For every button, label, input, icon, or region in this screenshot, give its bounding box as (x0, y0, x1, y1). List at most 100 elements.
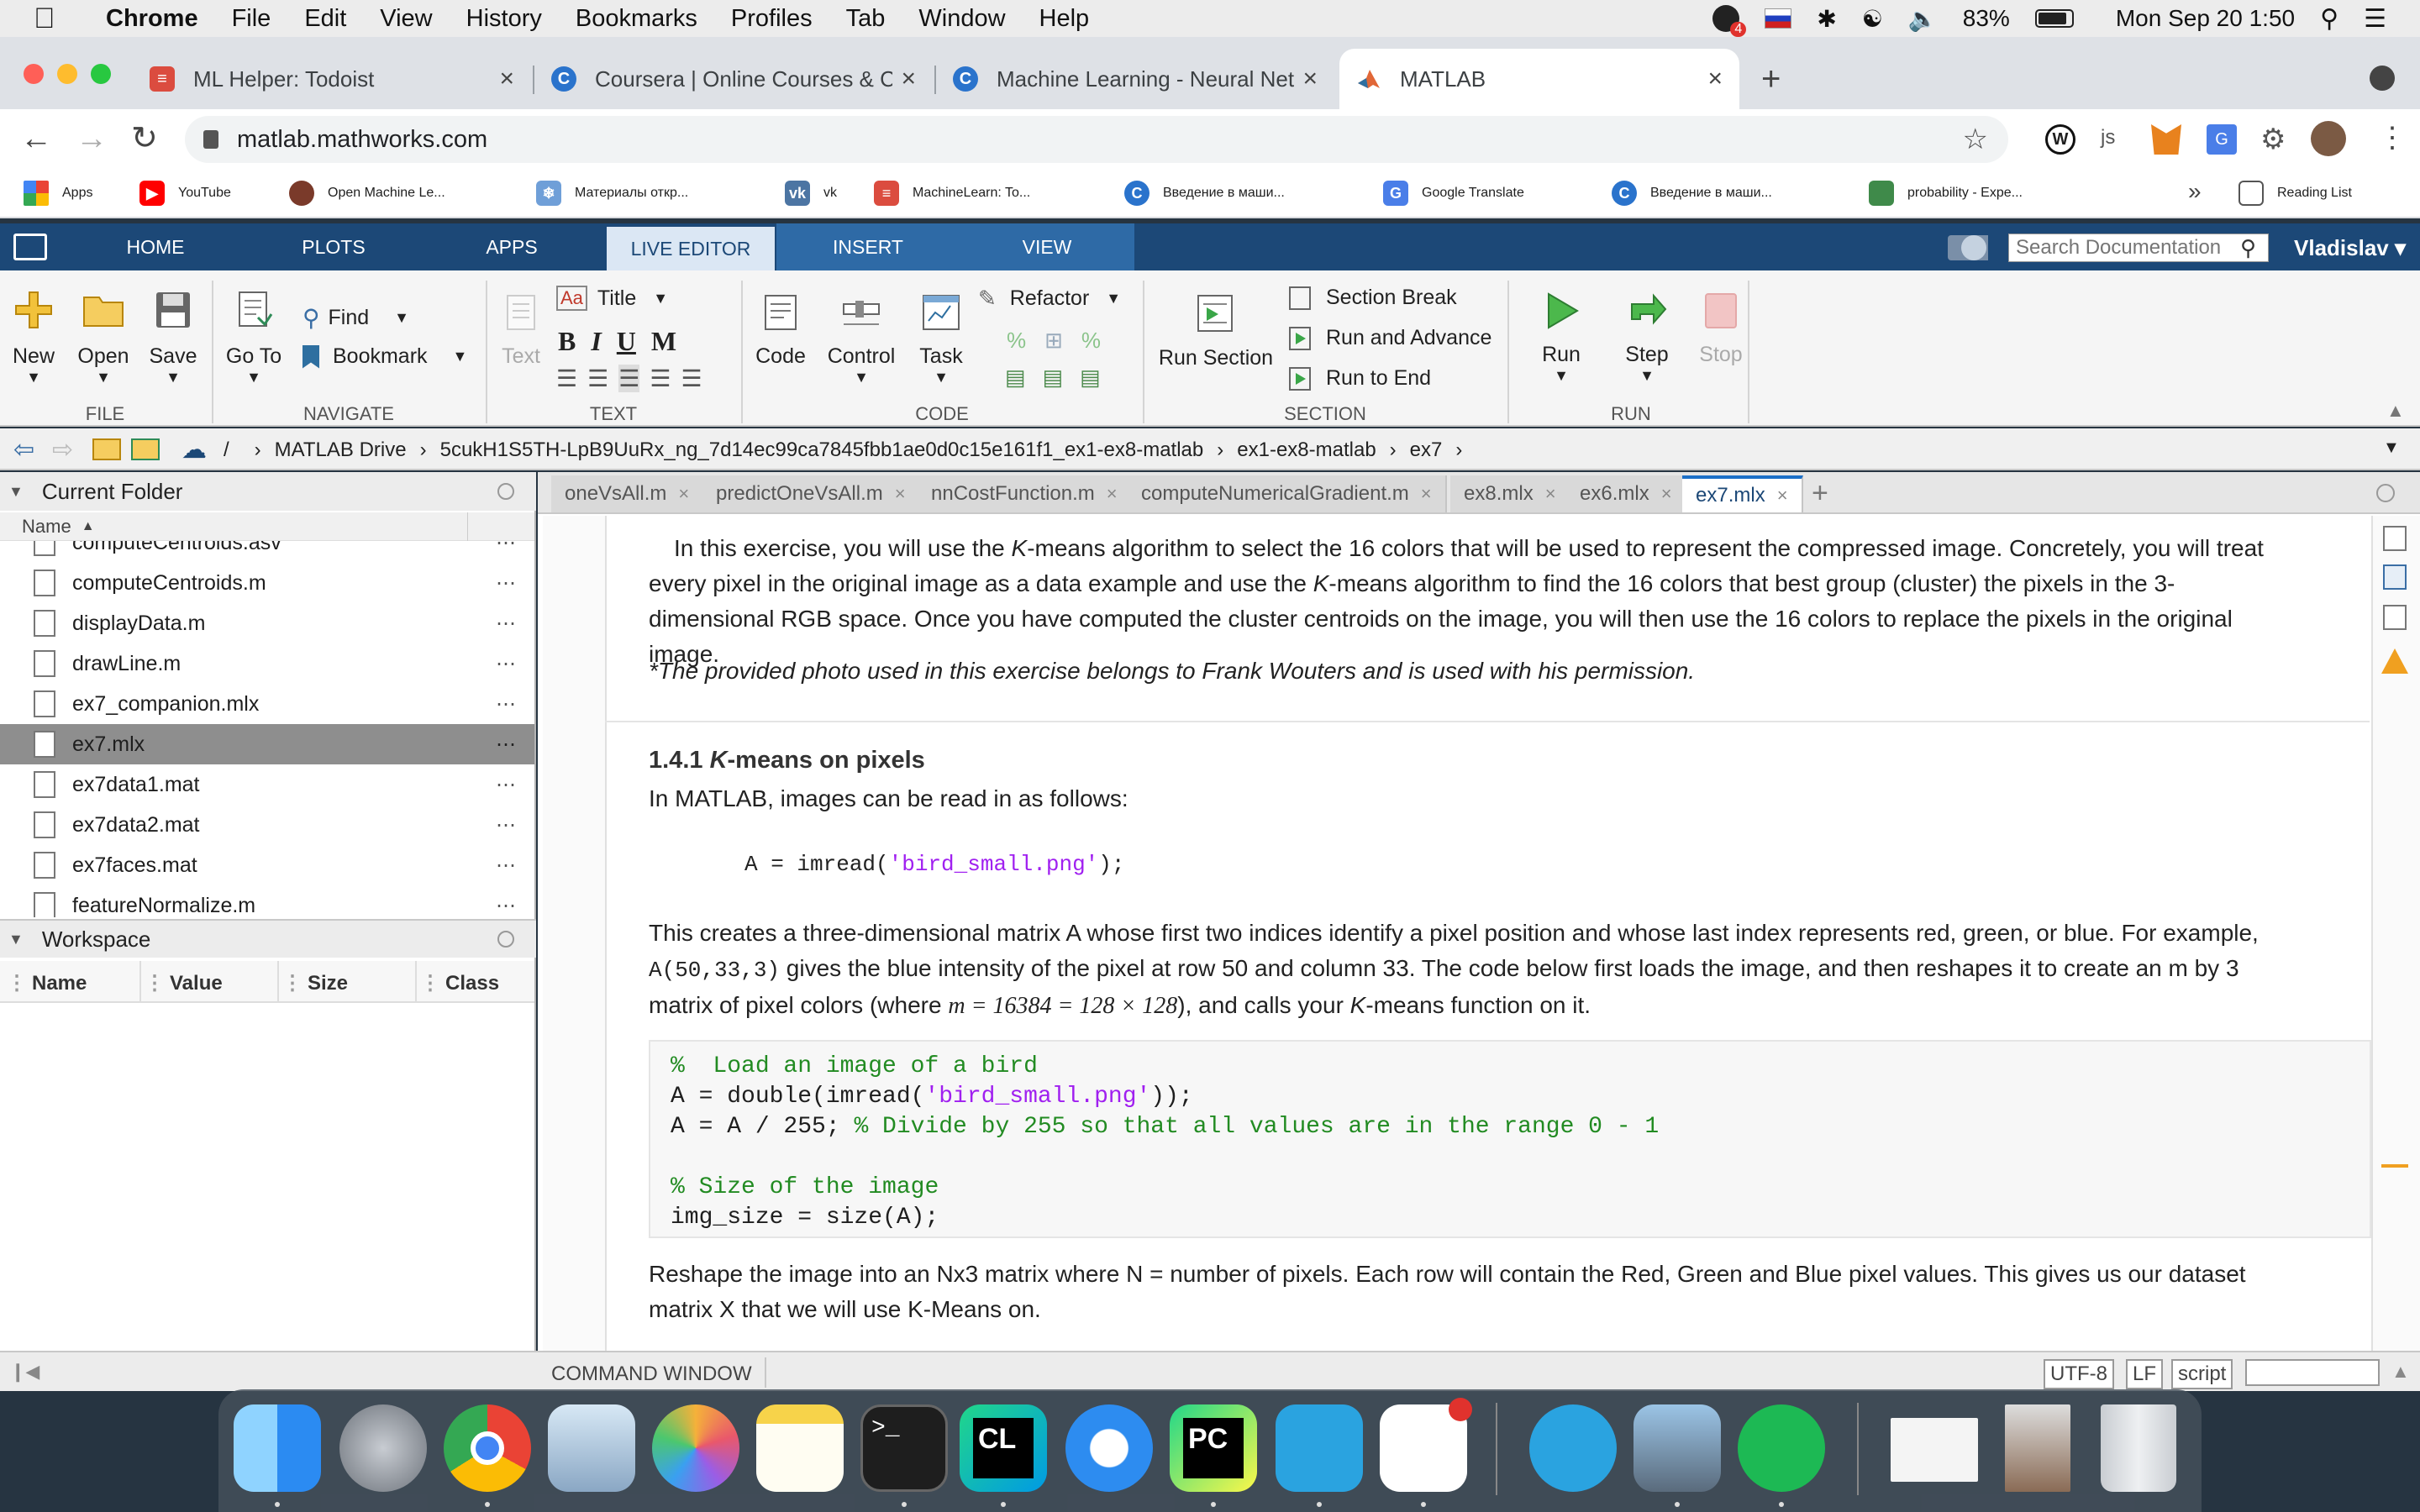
file-row[interactable]: ex7_companion.mlx ⋯ (0, 684, 534, 724)
editor-tab[interactable]: nnCostFunction.m × (918, 475, 1133, 512)
file-row[interactable]: ex7data1.mat ⋯ (0, 764, 534, 805)
menu-edit[interactable]: Edit (304, 5, 346, 33)
window-close-button[interactable] (24, 64, 44, 84)
workspace-column-class[interactable]: ⋮ Class (420, 971, 499, 995)
trash-icon[interactable] (2101, 1404, 2176, 1492)
extension-js-icon[interactable]: js (2101, 126, 2115, 150)
close-icon[interactable]: × (1777, 485, 1788, 507)
ribbon-tab-apps[interactable]: APPS (457, 223, 566, 270)
ribbon-tab-view[interactable]: VIEW (960, 223, 1134, 270)
bulleted-list-icon[interactable]: ☰ (556, 365, 577, 392)
more-actions-icon[interactable]: ⋯ (496, 652, 516, 676)
notification-badge-icon[interactable]: 4 (1712, 5, 1747, 37)
align-right-icon[interactable]: ☰ (681, 365, 702, 392)
go-to-button[interactable]: Go To ▼ (222, 289, 286, 386)
back-arrow-icon[interactable]: ⇦ (13, 435, 34, 465)
step-button[interactable]: Step ▼ (1612, 289, 1682, 385)
extensions-puzzle-icon[interactable]: ⚙ (2260, 123, 2286, 156)
italic-icon[interactable]: I (591, 326, 601, 357)
more-actions-icon[interactable]: ⋯ (496, 541, 516, 555)
close-icon[interactable]: × (901, 65, 916, 93)
close-icon[interactable]: × (678, 483, 689, 505)
hide-code-icon[interactable] (2383, 605, 2407, 630)
ribbon-tab-plots[interactable]: PLOTS (279, 223, 388, 270)
editor-tab[interactable]: oneVsAll.m × (551, 475, 705, 512)
more-actions-icon[interactable]: ⋯ (496, 732, 516, 757)
browser-tab[interactable]: ≡ ML Helper: Todoist × (133, 49, 531, 109)
decrease-indent-icon[interactable]: ▤ (1043, 365, 1064, 391)
collapse-toolstrip-icon[interactable]: ▲ (2386, 400, 2405, 422)
terminal-icon[interactable]: >_ (860, 1404, 948, 1492)
ribbon-tab-insert[interactable]: INSERT (776, 223, 960, 270)
launchpad-icon[interactable] (339, 1404, 427, 1492)
control-center-icon[interactable]: ☯ (1862, 5, 1883, 33)
run-and-advance-button[interactable]: Run and Advance (1289, 326, 1491, 350)
document-thumbnail-icon[interactable] (1891, 1418, 1978, 1482)
editor-actions-icon[interactable] (2376, 484, 2395, 502)
panel-actions-icon[interactable] (497, 483, 514, 500)
align-center-icon[interactable]: ☰ (650, 365, 671, 392)
keyboard-layout-icon[interactable] (1765, 8, 1792, 29)
new-button[interactable]: New ▼ (8, 289, 59, 386)
chrome-icon[interactable] (444, 1404, 531, 1492)
photos-icon[interactable] (652, 1404, 739, 1492)
increase-indent-icon[interactable]: ▤ (1080, 365, 1101, 391)
photo-thumbnail-icon[interactable] (2005, 1404, 2070, 1492)
output-right-icon[interactable] (2383, 564, 2407, 590)
output-inline-icon[interactable] (2383, 526, 2407, 551)
reading-list[interactable]: Reading List (2238, 178, 2352, 208)
safari-icon[interactable] (1065, 1404, 1153, 1492)
browser-tab[interactable]: C Machine Learning - Neural Net × (936, 49, 1334, 109)
bookmark-machinelearn-todoist[interactable]: ≡ MachineLearn: To... (874, 178, 1030, 208)
breadcrumb-item-hash-folder[interactable]: 5cukH1S5TH-LpB9UuRx_ng_7d14ec99ca7845fbb… (440, 438, 1204, 462)
monospace-icon[interactable]: M (651, 326, 676, 357)
more-actions-icon[interactable]: ⋯ (496, 773, 516, 797)
tab-search-icon[interactable] (2370, 66, 2395, 91)
file-row[interactable]: drawLine.m ⋯ (0, 643, 534, 684)
search-icon[interactable]: ⚲ (2240, 235, 2256, 261)
menu-app-name[interactable]: Chrome (106, 5, 198, 33)
editor-tab[interactable]: computeNumericalGradient.m × (1128, 475, 1447, 512)
uncomment-icon[interactable]: % (1081, 328, 1101, 354)
finder-icon[interactable] (234, 1404, 321, 1492)
control-button[interactable]: Control ▼ (823, 292, 899, 386)
spotlight-search-icon[interactable]: ⚲ (2320, 4, 2338, 34)
notification-center-icon[interactable]: ☰ (2364, 4, 2386, 34)
section-break-button[interactable]: Section Break (1289, 286, 1457, 310)
path-dropdown-icon[interactable]: ▼ (2383, 438, 2400, 458)
file-row[interactable]: featureNormalize.m ⋯ (0, 885, 534, 917)
workspace-column-value[interactable]: ⋮ Value (145, 971, 223, 995)
find-button[interactable]: ⚲ Find ▼ (302, 304, 409, 332)
expand-command-window-icon[interactable]: ▲ (2391, 1361, 2410, 1383)
numbered-list-icon[interactable]: ☰ (587, 365, 608, 392)
extension-w-icon[interactable]: W (2045, 124, 2075, 155)
close-icon[interactable]: × (895, 483, 906, 505)
bookmark-youtube[interactable]: ▶ YouTube (139, 178, 231, 208)
align-left-icon[interactable]: ☰ (618, 365, 640, 392)
expand-panel-icon[interactable]: ❙◀ (10, 1361, 39, 1383)
workspace-column-name[interactable]: ⋮ Name (7, 971, 87, 995)
bookmark-materials[interactable]: ❄ Материалы откр... (536, 178, 688, 208)
command-window-tab[interactable]: COMMAND WINDOW (551, 1362, 752, 1386)
browser-tab-active[interactable]: MATLAB × (1339, 49, 1739, 109)
window-zoom-button[interactable] (91, 64, 111, 84)
bookmark-probability[interactable]: probability - Expe... (1869, 178, 2023, 208)
close-icon[interactable]: × (1707, 65, 1723, 93)
bookmark-button[interactable]: Bookmark ▼ (302, 344, 467, 369)
apple-icon[interactable]:  (34, 3, 67, 35)
new-tab-icon[interactable]: + (1761, 60, 1781, 98)
bookmark-open-machine-learning[interactable]: Open Machine Le... (289, 178, 445, 208)
more-actions-icon[interactable]: ⋯ (496, 692, 516, 717)
back-icon[interactable]: ← (20, 121, 52, 157)
refactor-button[interactable]: ✎ Refactor ▼ (978, 286, 1121, 312)
file-row[interactable]: displayData.m ⋯ (0, 603, 534, 643)
more-actions-icon[interactable]: ⋯ (496, 894, 516, 918)
profile-avatar[interactable] (2311, 121, 2346, 156)
clion-icon[interactable]: CL (960, 1404, 1047, 1492)
run-button[interactable]: Run ▼ (1526, 289, 1597, 385)
menu-file[interactable]: File (232, 5, 271, 33)
close-icon[interactable]: × (1107, 483, 1118, 505)
browse-folder-icon[interactable] (131, 438, 160, 460)
more-actions-icon[interactable]: ⋯ (496, 612, 516, 636)
notes-icon[interactable] (756, 1404, 844, 1492)
